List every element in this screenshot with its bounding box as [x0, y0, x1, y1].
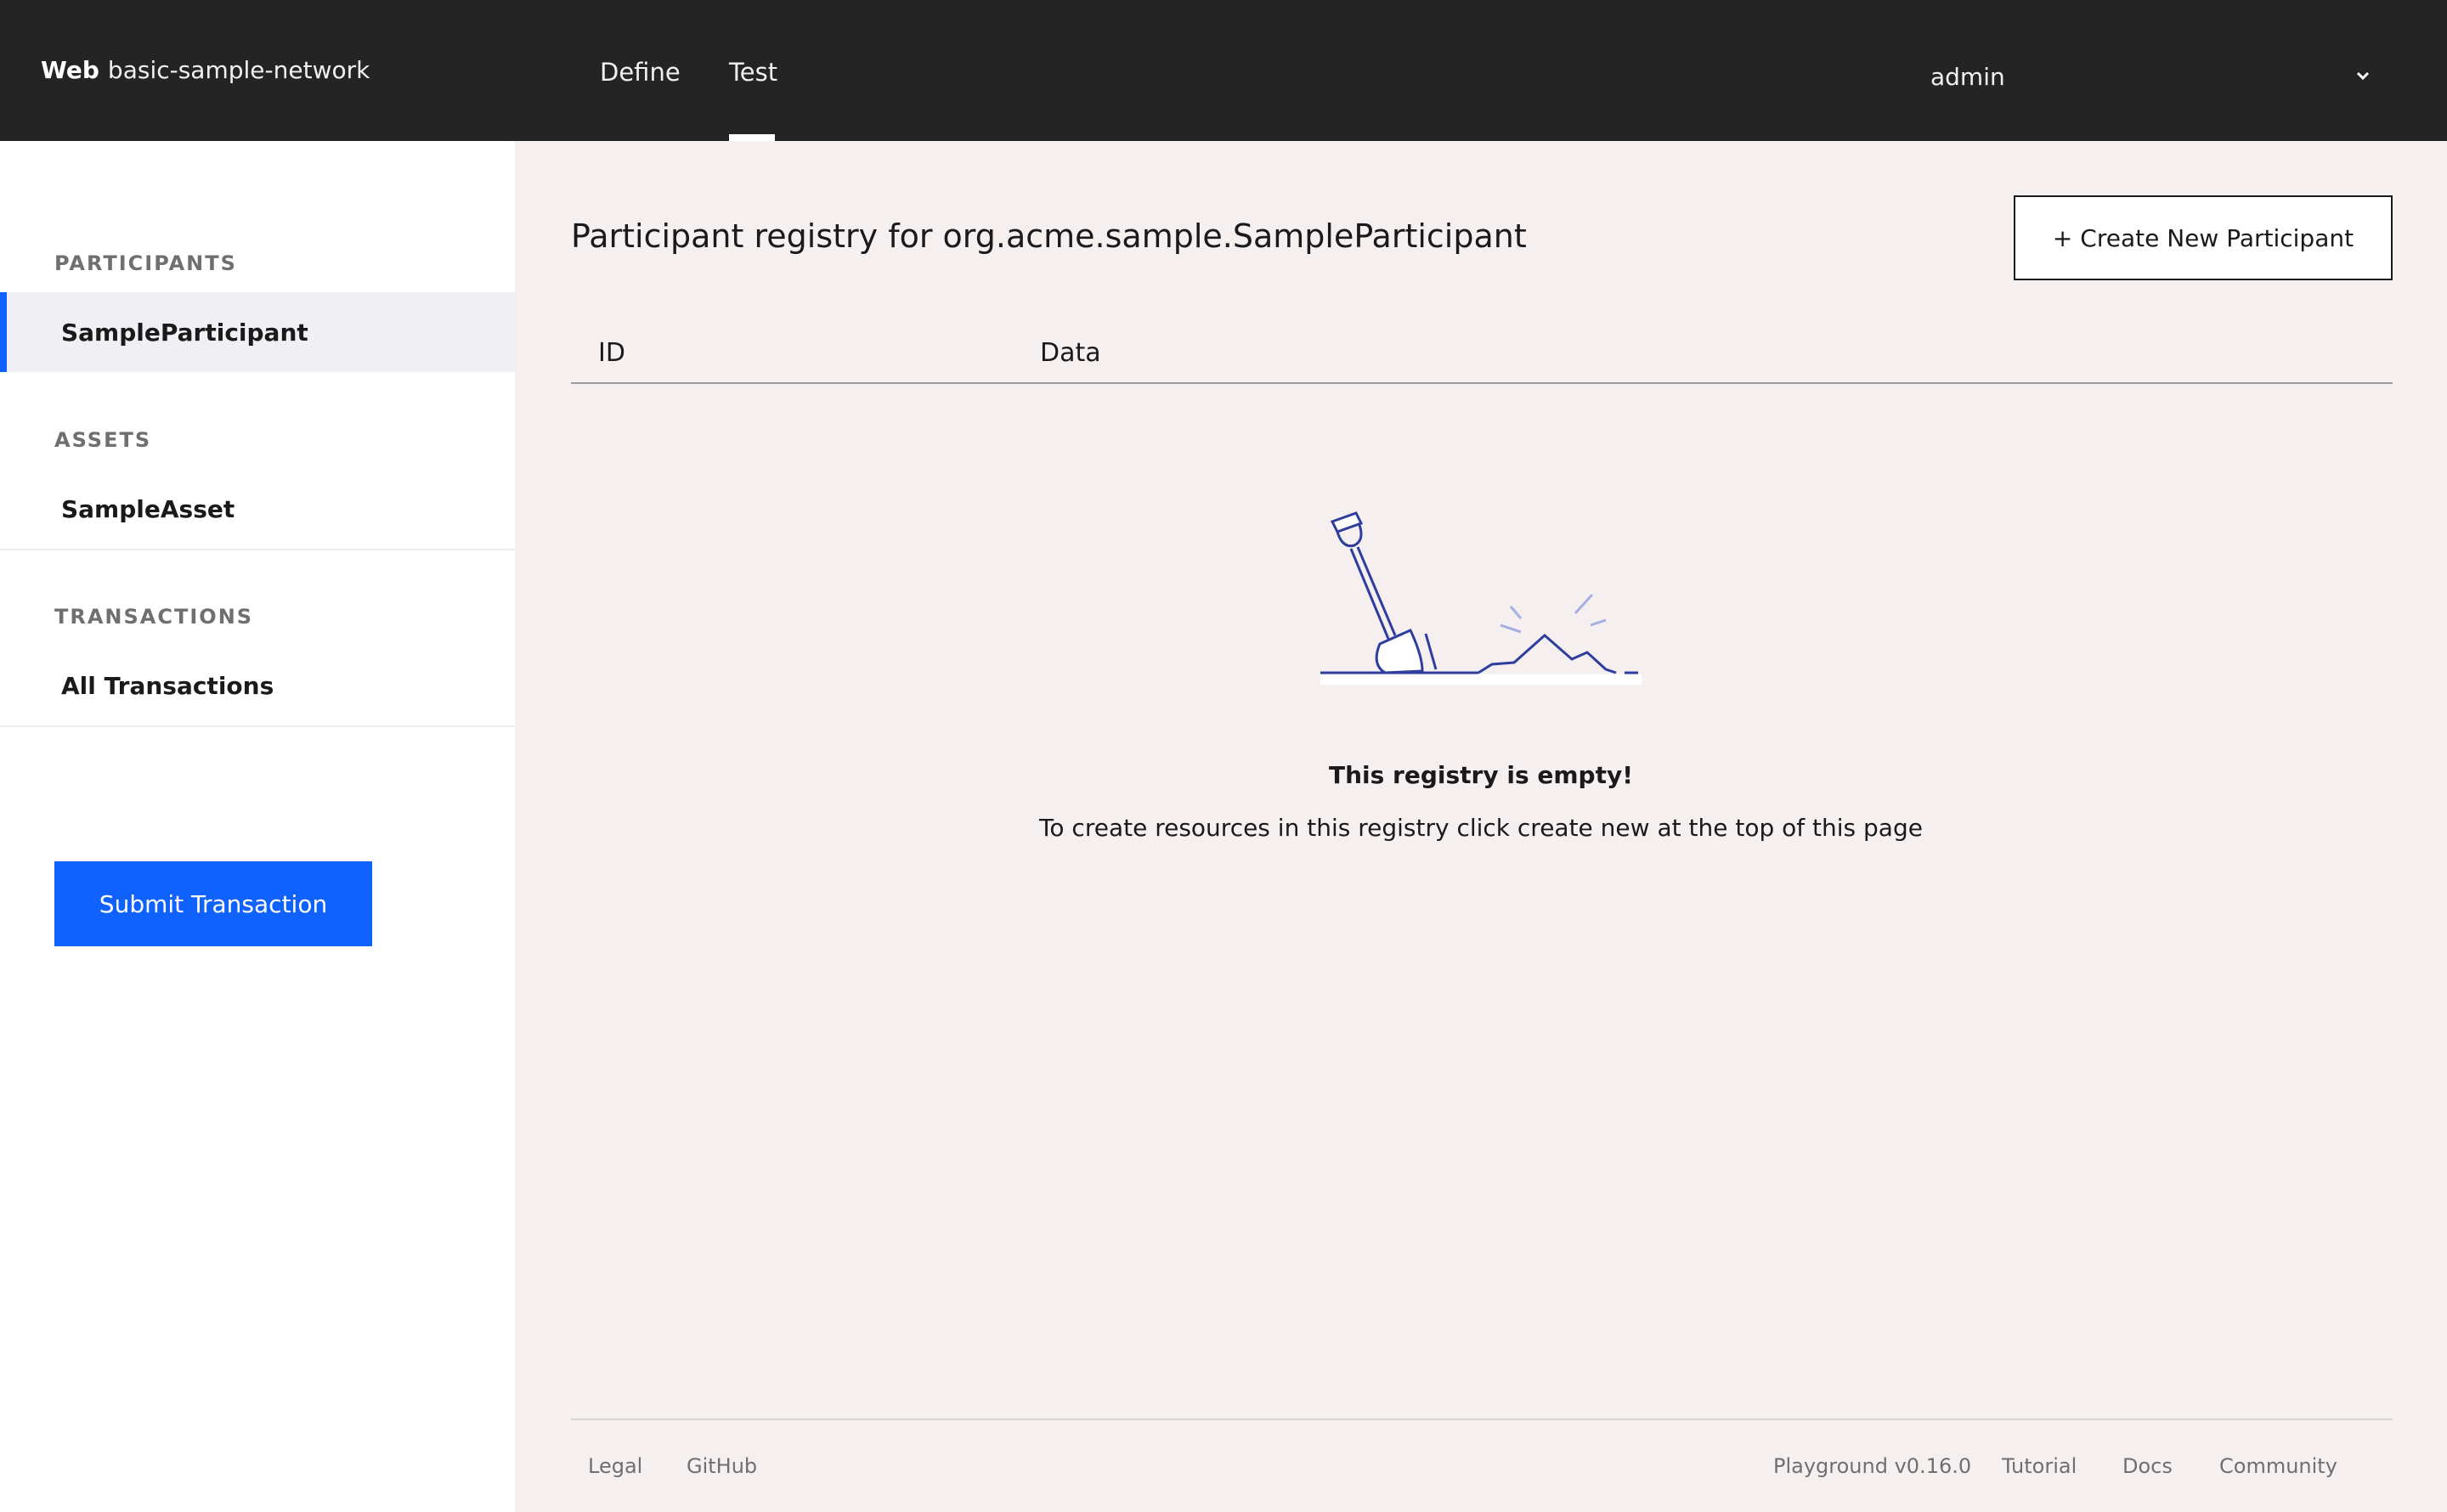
footer-link-community[interactable]: Community	[2219, 1454, 2337, 1478]
section-title-participants: PARTICIPANTS	[54, 251, 237, 275]
sidebar-item-label: SampleAsset	[61, 494, 235, 523]
sidebar-item-all-transactions[interactable]: All Transactions	[0, 646, 515, 725]
footer-divider	[571, 1419, 2393, 1420]
footer-link-playground-version[interactable]: Playground v0.16.0	[1773, 1454, 1971, 1478]
footer-link-tutorial[interactable]: Tutorial	[2002, 1454, 2077, 1478]
footer-link-github[interactable]: GitHub	[687, 1454, 757, 1478]
footer-link-docs[interactable]: Docs	[2122, 1454, 2173, 1478]
brand-web-label: Web	[41, 56, 99, 84]
empty-state-description: To create resources in this registry cli…	[1039, 814, 1923, 842]
empty-state: This registry is empty! To create resour…	[515, 0, 2447, 1512]
sidebar-divider	[0, 725, 515, 727]
submit-transaction-button[interactable]: Submit Transaction	[54, 861, 372, 946]
sidebar-item-sample-asset[interactable]: SampleAsset	[0, 469, 515, 549]
section-title-transactions: TRANSACTIONS	[54, 605, 254, 629]
sidebar-item-sample-participant[interactable]: SampleParticipant	[0, 292, 515, 372]
network-name: basic-sample-network	[107, 56, 370, 84]
sidebar-divider	[0, 549, 515, 550]
app-brand[interactable]: Web basic-sample-network	[41, 56, 370, 84]
sidebar-item-label: SampleParticipant	[61, 318, 308, 347]
section-title-assets: ASSETS	[54, 428, 152, 452]
sidebar: PARTICIPANTS SampleParticipant ASSETS Sa…	[0, 141, 515, 1512]
sidebar-item-label: All Transactions	[61, 671, 274, 700]
footer-link-legal[interactable]: Legal	[588, 1454, 642, 1478]
empty-state-title: This registry is empty!	[1329, 761, 1633, 789]
